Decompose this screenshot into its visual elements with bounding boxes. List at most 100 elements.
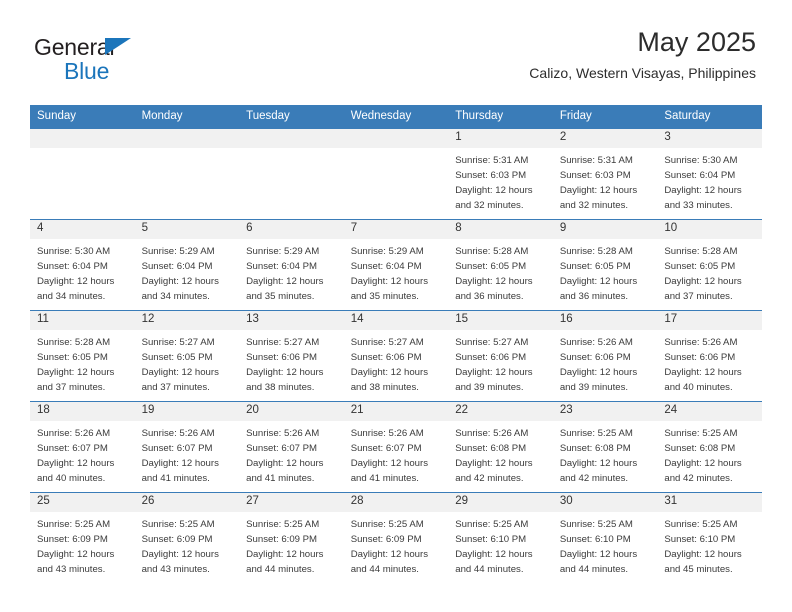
daylight-duration-line2: and 42 minutes. — [559, 473, 629, 485]
calendar-day-cell[interactable]: 7 Sunrise: 5:29 AM Sunset: 6:04 PM Daylight… — [343, 218, 449, 311]
daylight-duration-line1: Daylight: 12 hours — [559, 366, 638, 378]
sunset-time: Sunset: 6:03 PM — [559, 169, 631, 181]
day-cell-inner: 31 Sunrise: 5:25 AM Sunset: 6:10 PM Dayligh… — [657, 492, 762, 583]
daylight-duration-line2: and 44 minutes. — [246, 564, 315, 576]
daylight-duration-line2: and 39 minutes. — [455, 382, 524, 394]
calendar-day-cell[interactable]: 22 Sunrise: 5:26 AM Sunset: 6:08 PM Dayligh… — [448, 400, 553, 493]
day-cell-details: Sunrise: 5:27 AM Sunset: 6:06 PM Daylight:… — [344, 330, 449, 396]
sunset-time: Sunset: 6:05 PM — [559, 260, 631, 272]
sunrise-time: Sunrise: 5:31 AM — [455, 154, 529, 166]
day-cell-inner: 25 Sunrise: 5:25 AM Sunset: 6:09 PM Dayligh… — [30, 492, 135, 583]
sunset-time: Sunset: 6:07 PM — [37, 442, 108, 454]
day-cell-details: Sunrise: 5:29 AM Sunset: 6:04 PM Daylight:… — [135, 239, 240, 305]
day-cell-details: Sunrise: 5:25 AM Sunset: 6:10 PM Daylight:… — [657, 512, 762, 578]
day-number: 8 — [448, 219, 553, 239]
calendar-day-cell[interactable]: 8 Sunrise: 5:28 AM Sunset: 6:05 PM Daylight… — [448, 218, 553, 311]
day-number: 26 — [134, 492, 240, 512]
day-cell-details: Sunrise: 5:26 AM Sunset: 6:07 PM Daylight:… — [344, 421, 449, 487]
calendar-day-cell[interactable]: 30 Sunrise: 5:25 AM Sunset: 6:10 PM Dayligh… — [552, 491, 658, 583]
calendar-day-cell[interactable]: 3 Sunrise: 5:30 AM Sunset: 6:04 PM Daylight… — [657, 128, 762, 220]
day-cell-details: Sunrise: 5:30 AM Sunset: 6:04 PM Daylight:… — [657, 148, 762, 214]
day-cell-inner: 11 Sunrise: 5:28 AM Sunset: 6:05 PM Dayligh… — [30, 310, 135, 401]
sunset-time: Sunset: 6:10 PM — [455, 533, 527, 545]
calendar-day-cell[interactable]: 10 Sunrise: 5:28 AM Sunset: 6:05 PM Dayligh… — [657, 218, 762, 311]
general-blue-logo[interactable]: General Blue — [34, 36, 164, 83]
sunrise-time: Sunrise: 5:30 AM — [37, 245, 111, 257]
daylight-duration-line1: Daylight: 12 hours — [664, 184, 742, 196]
day-number: 18 — [30, 401, 135, 421]
day-cell-inner: 24 Sunrise: 5:25 AM Sunset: 6:08 PM Dayligh… — [657, 401, 762, 492]
day-number — [30, 128, 135, 148]
daylight-duration-line2: and 34 minutes. — [141, 291, 210, 303]
sunset-time: Sunset: 6:05 PM — [37, 351, 108, 363]
calendar-day-cell[interactable]: 4 Sunrise: 5:30 AM Sunset: 6:04 PM Daylight… — [30, 218, 135, 311]
calendar-day-cell[interactable]: 28 Sunrise: 5:25 AM Sunset: 6:09 PM Dayligh… — [343, 491, 449, 583]
calendar-day-cell[interactable]: 1 Sunrise: 5:31 AM Sunset: 6:03 PM Daylight… — [448, 128, 553, 220]
daylight-duration-line1: Daylight: 12 hours — [350, 548, 429, 560]
calendar-day-cell[interactable]: 27 Sunrise: 5:25 AM Sunset: 6:09 PM Dayligh… — [239, 491, 344, 583]
sunset-time: Sunset: 6:09 PM — [246, 533, 318, 545]
day-cell-details: Sunrise: 5:25 AM Sunset: 6:09 PM Daylight:… — [239, 512, 344, 578]
day-cell-details: Sunrise: 5:25 AM Sunset: 6:10 PM Daylight:… — [553, 512, 658, 578]
sunset-time: Sunset: 6:05 PM — [664, 260, 736, 272]
daylight-duration-line1: Daylight: 12 hours — [664, 457, 742, 469]
calendar-day-cell[interactable]: 21 Sunrise: 5:26 AM Sunset: 6:07 PM Dayligh… — [343, 400, 449, 493]
calendar-day-cell[interactable]: 25 Sunrise: 5:25 AM Sunset: 6:09 PM Dayligh… — [30, 491, 135, 583]
day-number: 3 — [657, 128, 762, 148]
day-cell-details: Sunrise: 5:27 AM Sunset: 6:06 PM Daylight:… — [239, 330, 344, 396]
sunrise-time: Sunrise: 5:31 AM — [559, 154, 633, 166]
day-number — [134, 128, 240, 148]
calendar-day-cell[interactable]: 5 Sunrise: 5:29 AM Sunset: 6:04 PM Daylight… — [134, 218, 240, 311]
sunset-time: Sunset: 6:08 PM — [559, 442, 631, 454]
day-cell-inner: 29 Sunrise: 5:25 AM Sunset: 6:10 PM Dayligh… — [448, 492, 553, 583]
calendar-day-cell[interactable]: 20 Sunrise: 5:26 AM Sunset: 6:07 PM Dayligh… — [239, 400, 344, 493]
daylight-duration-line1: Daylight: 12 hours — [141, 548, 219, 560]
calendar-day-cell[interactable]: 15 Sunrise: 5:27 AM Sunset: 6:06 PM Dayligh… — [448, 309, 553, 402]
calendar-day-cell-empty — [343, 128, 449, 220]
daylight-duration-line2: and 36 minutes. — [455, 291, 524, 303]
day-cell-inner: 20 Sunrise: 5:26 AM Sunset: 6:07 PM Dayligh… — [239, 401, 344, 492]
day-number: 13 — [239, 310, 344, 330]
day-cell-inner: 22 Sunrise: 5:26 AM Sunset: 6:08 PM Dayligh… — [448, 401, 553, 492]
calendar-day-cell[interactable]: 13 Sunrise: 5:27 AM Sunset: 6:06 PM Dayligh… — [239, 309, 344, 402]
calendar-day-cell[interactable]: 9 Sunrise: 5:28 AM Sunset: 6:05 PM Daylight… — [552, 218, 658, 311]
day-number: 11 — [30, 310, 135, 330]
day-cell-inner: 14 Sunrise: 5:27 AM Sunset: 6:06 PM Dayligh… — [343, 310, 449, 401]
calendar-week-row: 4 Sunrise: 5:30 AM Sunset: 6:04 PM Daylight… — [30, 218, 762, 311]
calendar-day-cell[interactable]: 26 Sunrise: 5:25 AM Sunset: 6:09 PM Dayligh… — [134, 491, 240, 583]
day-number: 1 — [448, 128, 553, 148]
calendar-day-cell[interactable]: 24 Sunrise: 5:25 AM Sunset: 6:08 PM Dayligh… — [657, 400, 762, 493]
day-number: 6 — [239, 219, 344, 239]
sunrise-time: Sunrise: 5:26 AM — [141, 427, 215, 439]
sunrise-time: Sunrise: 5:25 AM — [455, 518, 529, 530]
daylight-duration-line2: and 41 minutes. — [246, 473, 315, 485]
calendar-day-cell[interactable]: 6 Sunrise: 5:29 AM Sunset: 6:04 PM Daylight… — [239, 218, 344, 311]
day-number: 28 — [343, 492, 449, 512]
calendar-day-cell[interactable]: 29 Sunrise: 5:25 AM Sunset: 6:10 PM Dayligh… — [448, 491, 553, 583]
sunrise-time: Sunrise: 5:25 AM — [350, 518, 424, 530]
daylight-duration-line2: and 44 minutes. — [559, 564, 629, 576]
sunrise-time: Sunrise: 5:30 AM — [664, 154, 738, 166]
calendar-day-cell[interactable]: 16 Sunrise: 5:26 AM Sunset: 6:06 PM Dayligh… — [552, 309, 658, 402]
calendar-day-cell-empty — [30, 128, 135, 220]
calendar-day-cell[interactable]: 12 Sunrise: 5:27 AM Sunset: 6:05 PM Dayligh… — [134, 309, 240, 402]
calendar-day-cell[interactable]: 2 Sunrise: 5:31 AM Sunset: 6:03 PM Daylight… — [552, 128, 658, 220]
calendar-day-cell-empty — [134, 128, 240, 220]
calendar-day-cell[interactable]: 31 Sunrise: 5:25 AM Sunset: 6:10 PM Dayligh… — [657, 491, 762, 583]
day-number: 12 — [134, 310, 240, 330]
calendar-day-cell[interactable]: 18 Sunrise: 5:26 AM Sunset: 6:07 PM Dayligh… — [30, 400, 135, 493]
calendar-day-cell[interactable]: 23 Sunrise: 5:25 AM Sunset: 6:08 PM Dayligh… — [552, 400, 658, 493]
day-cell-inner: 3 Sunrise: 5:30 AM Sunset: 6:04 PM Daylight… — [657, 128, 762, 219]
day-cell-details: Sunrise: 5:29 AM Sunset: 6:04 PM Daylight:… — [344, 239, 449, 305]
calendar-day-cell[interactable]: 14 Sunrise: 5:27 AM Sunset: 6:06 PM Dayligh… — [343, 309, 449, 402]
day-cell-inner: 7 Sunrise: 5:29 AM Sunset: 6:04 PM Daylight… — [343, 219, 449, 310]
sunset-time: Sunset: 6:08 PM — [664, 442, 736, 454]
sunrise-time: Sunrise: 5:27 AM — [141, 336, 215, 348]
day-cell-details: Sunrise: 5:27 AM Sunset: 6:05 PM Daylight:… — [135, 330, 240, 396]
calendar-week-row: 25 Sunrise: 5:25 AM Sunset: 6:09 PM Dayligh… — [30, 491, 762, 583]
calendar-day-cell[interactable]: 17 Sunrise: 5:26 AM Sunset: 6:06 PM Dayligh… — [657, 309, 762, 402]
daylight-duration-line1: Daylight: 12 hours — [559, 457, 638, 469]
day-cell-details: Sunrise: 5:29 AM Sunset: 6:04 PM Daylight:… — [239, 239, 344, 305]
calendar-day-cell[interactable]: 19 Sunrise: 5:26 AM Sunset: 6:07 PM Dayligh… — [134, 400, 240, 493]
calendar-day-cell[interactable]: 11 Sunrise: 5:28 AM Sunset: 6:05 PM Dayligh… — [30, 309, 135, 402]
